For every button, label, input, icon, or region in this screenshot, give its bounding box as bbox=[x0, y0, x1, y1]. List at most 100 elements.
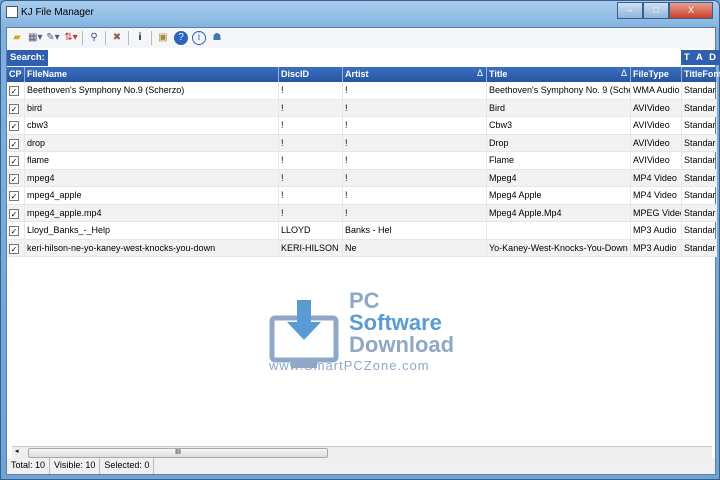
separator bbox=[151, 31, 152, 45]
artist-label: Artist bbox=[345, 69, 369, 79]
horizontal-scrollbar[interactable]: ◂ III bbox=[12, 446, 712, 458]
table-row[interactable]: ✓ drop!! Drop AVIVideo Standard bbox=[7, 134, 717, 152]
table-row[interactable]: ✓ Lloyd_Banks_-_Help LLOYD Banks - Hel MP3 A… bbox=[7, 222, 717, 240]
filetype-cell: AVIVideo bbox=[631, 99, 682, 116]
row-checkbox[interactable]: ✓ bbox=[9, 156, 19, 166]
separator bbox=[82, 31, 83, 45]
grid-header: CP FileName DiscID Artist Δ Title Δ FileTy… bbox=[7, 67, 720, 82]
titlefont-cell: Standard bbox=[682, 204, 717, 221]
help-icon[interactable]: ? bbox=[174, 31, 188, 45]
filetype-cell: MP4 Video bbox=[631, 187, 682, 204]
user-icon[interactable]: ☗ bbox=[210, 31, 224, 45]
filetype-cell: WMA Audio bbox=[631, 82, 682, 99]
column-header-titlefont[interactable]: TitleFont bbox=[682, 67, 720, 82]
properties-icon[interactable]: ▣ bbox=[156, 31, 170, 45]
discid-cell: KERI-HILSON bbox=[279, 239, 343, 256]
tools-icon[interactable]: ✖ bbox=[110, 31, 124, 45]
titlefont-cell: Standard bbox=[682, 222, 717, 239]
filename-cell: mpeg4_apple bbox=[25, 187, 279, 204]
title-cell: Yo-Kaney-West-Knocks-You-Down bbox=[487, 239, 631, 256]
cp-cell: ✓ bbox=[7, 239, 25, 256]
row-checkbox[interactable]: ✓ bbox=[9, 243, 19, 254]
discid-cell: ! bbox=[279, 99, 343, 116]
grid-view-icon[interactable]: ▦▾ bbox=[28, 31, 42, 45]
column-header-filetype[interactable]: FileType bbox=[631, 67, 682, 82]
table-row[interactable]: ✓ mpeg4_apple!! Mpeg4 Apple MP4 Video Standa… bbox=[7, 187, 717, 205]
artist-cell: ! bbox=[343, 169, 487, 186]
row-checkbox[interactable]: ✓ bbox=[9, 226, 19, 236]
title-label: Title bbox=[489, 69, 508, 79]
open-folder-icon[interactable]: ▰ bbox=[10, 31, 24, 45]
watermark-text: Download bbox=[349, 332, 455, 357]
filetype-cell: AVIVideo bbox=[631, 134, 682, 151]
discid-cell: ! bbox=[279, 82, 343, 99]
title-cell: Mpeg4 bbox=[487, 169, 631, 186]
column-header-artist[interactable]: Artist Δ bbox=[343, 67, 487, 82]
column-header-title[interactable]: Title Δ bbox=[487, 67, 631, 82]
row-checkbox[interactable]: ✓ bbox=[9, 103, 19, 114]
filetype-cell: MP4 Video bbox=[631, 169, 682, 186]
discid-cell: ! bbox=[279, 169, 343, 186]
row-checkbox[interactable]: ✓ bbox=[9, 191, 19, 201]
cp-cell: ✓ bbox=[7, 82, 25, 99]
cp-cell: ✓ bbox=[7, 152, 25, 169]
cp-cell: ✓ bbox=[7, 169, 25, 186]
filename-cell: flame bbox=[25, 152, 279, 169]
filename-cell: cbw3 bbox=[25, 117, 279, 134]
row-checkbox[interactable]: ✓ bbox=[9, 86, 19, 96]
maximize-button[interactable]: □ bbox=[643, 2, 669, 19]
search-bar: Search: bbox=[7, 50, 711, 66]
table-row[interactable]: ✓ cbw3!! Cbw3 AVIVideo Standard bbox=[7, 117, 717, 135]
filetype-cell: AVIVideo bbox=[631, 152, 682, 169]
titlefont-cell: Standard bbox=[682, 239, 717, 256]
column-header-filename[interactable]: FileName bbox=[25, 67, 279, 82]
column-header-discid[interactable]: DiscID bbox=[279, 67, 343, 82]
minimize-button[interactable]: – bbox=[617, 2, 643, 19]
cp-cell: ✓ bbox=[7, 134, 25, 151]
scroll-left-icon[interactable]: ◂ bbox=[15, 447, 19, 455]
sort-icon: Δ bbox=[476, 68, 483, 78]
watermark-text: PC bbox=[349, 288, 380, 313]
discid-cell: ! bbox=[279, 117, 343, 134]
close-button[interactable]: X bbox=[669, 2, 713, 19]
title-cell: Drop bbox=[487, 134, 631, 151]
filetype-cell: AVIVideo bbox=[631, 117, 682, 134]
titlefont-cell: Standard bbox=[682, 169, 717, 186]
filetype-cell: MP3 Audio bbox=[631, 239, 682, 256]
title-cell: Beethoven's Symphony No. 9 (Scherzo bbox=[487, 82, 631, 99]
search-icon[interactable]: ⚲ bbox=[87, 31, 101, 45]
table-row[interactable]: ✓ mpeg4!! Mpeg4 MP4 Video Standard bbox=[7, 169, 717, 187]
cp-cell: ✓ bbox=[7, 187, 25, 204]
watermark-url: www.SmartPCZone.com bbox=[269, 358, 430, 373]
table-row[interactable]: ✓ keri-hilson-ne-yo-kaney-west-knocks-you… bbox=[7, 239, 717, 257]
row-checkbox[interactable]: ✓ bbox=[9, 173, 19, 184]
tad-buttons[interactable]: T A D bbox=[680, 50, 720, 65]
title-cell: Cbw3 bbox=[487, 117, 631, 134]
search-label: Search: bbox=[7, 50, 48, 66]
table-row[interactable]: ✓ bird!! Bird AVIVideo Standard bbox=[7, 99, 717, 117]
edit-icon[interactable]: ✎▾ bbox=[46, 31, 60, 45]
separator bbox=[105, 31, 106, 45]
table-row[interactable]: ✓ Beethoven's Symphony No.9 (Scherzo)!! Be… bbox=[7, 82, 717, 100]
row-checkbox[interactable]: ✓ bbox=[9, 121, 19, 131]
sort-icon: Δ bbox=[620, 68, 627, 78]
discid-cell: ! bbox=[279, 152, 343, 169]
artist-cell: ! bbox=[343, 99, 487, 116]
titlefont-cell: Standard bbox=[682, 152, 717, 169]
row-checkbox[interactable]: ✓ bbox=[9, 138, 19, 149]
info-bar-icon[interactable]: i bbox=[133, 31, 147, 45]
table-row[interactable]: ✓ mpeg4_apple.mp4!! Mpeg4 Apple.Mp4 MPEG Vi… bbox=[7, 204, 717, 222]
discid-cell: ! bbox=[279, 187, 343, 204]
row-checkbox[interactable]: ✓ bbox=[9, 208, 19, 219]
cp-cell: ✓ bbox=[7, 117, 25, 134]
artist-cell: ! bbox=[343, 152, 487, 169]
about-icon[interactable]: i bbox=[192, 31, 206, 45]
titlefont-cell: Standard bbox=[682, 82, 717, 99]
search-input[interactable] bbox=[47, 50, 711, 66]
status-selected: Selected: 0 bbox=[100, 458, 155, 474]
scroll-thumb[interactable]: III bbox=[28, 448, 328, 458]
sort-icon[interactable]: ⇅▾ bbox=[64, 31, 78, 45]
table-row[interactable]: ✓ flame!! Flame AVIVideo Standard bbox=[7, 152, 717, 170]
column-header-cp[interactable]: CP bbox=[7, 67, 25, 82]
filename-cell: mpeg4 bbox=[25, 169, 279, 186]
